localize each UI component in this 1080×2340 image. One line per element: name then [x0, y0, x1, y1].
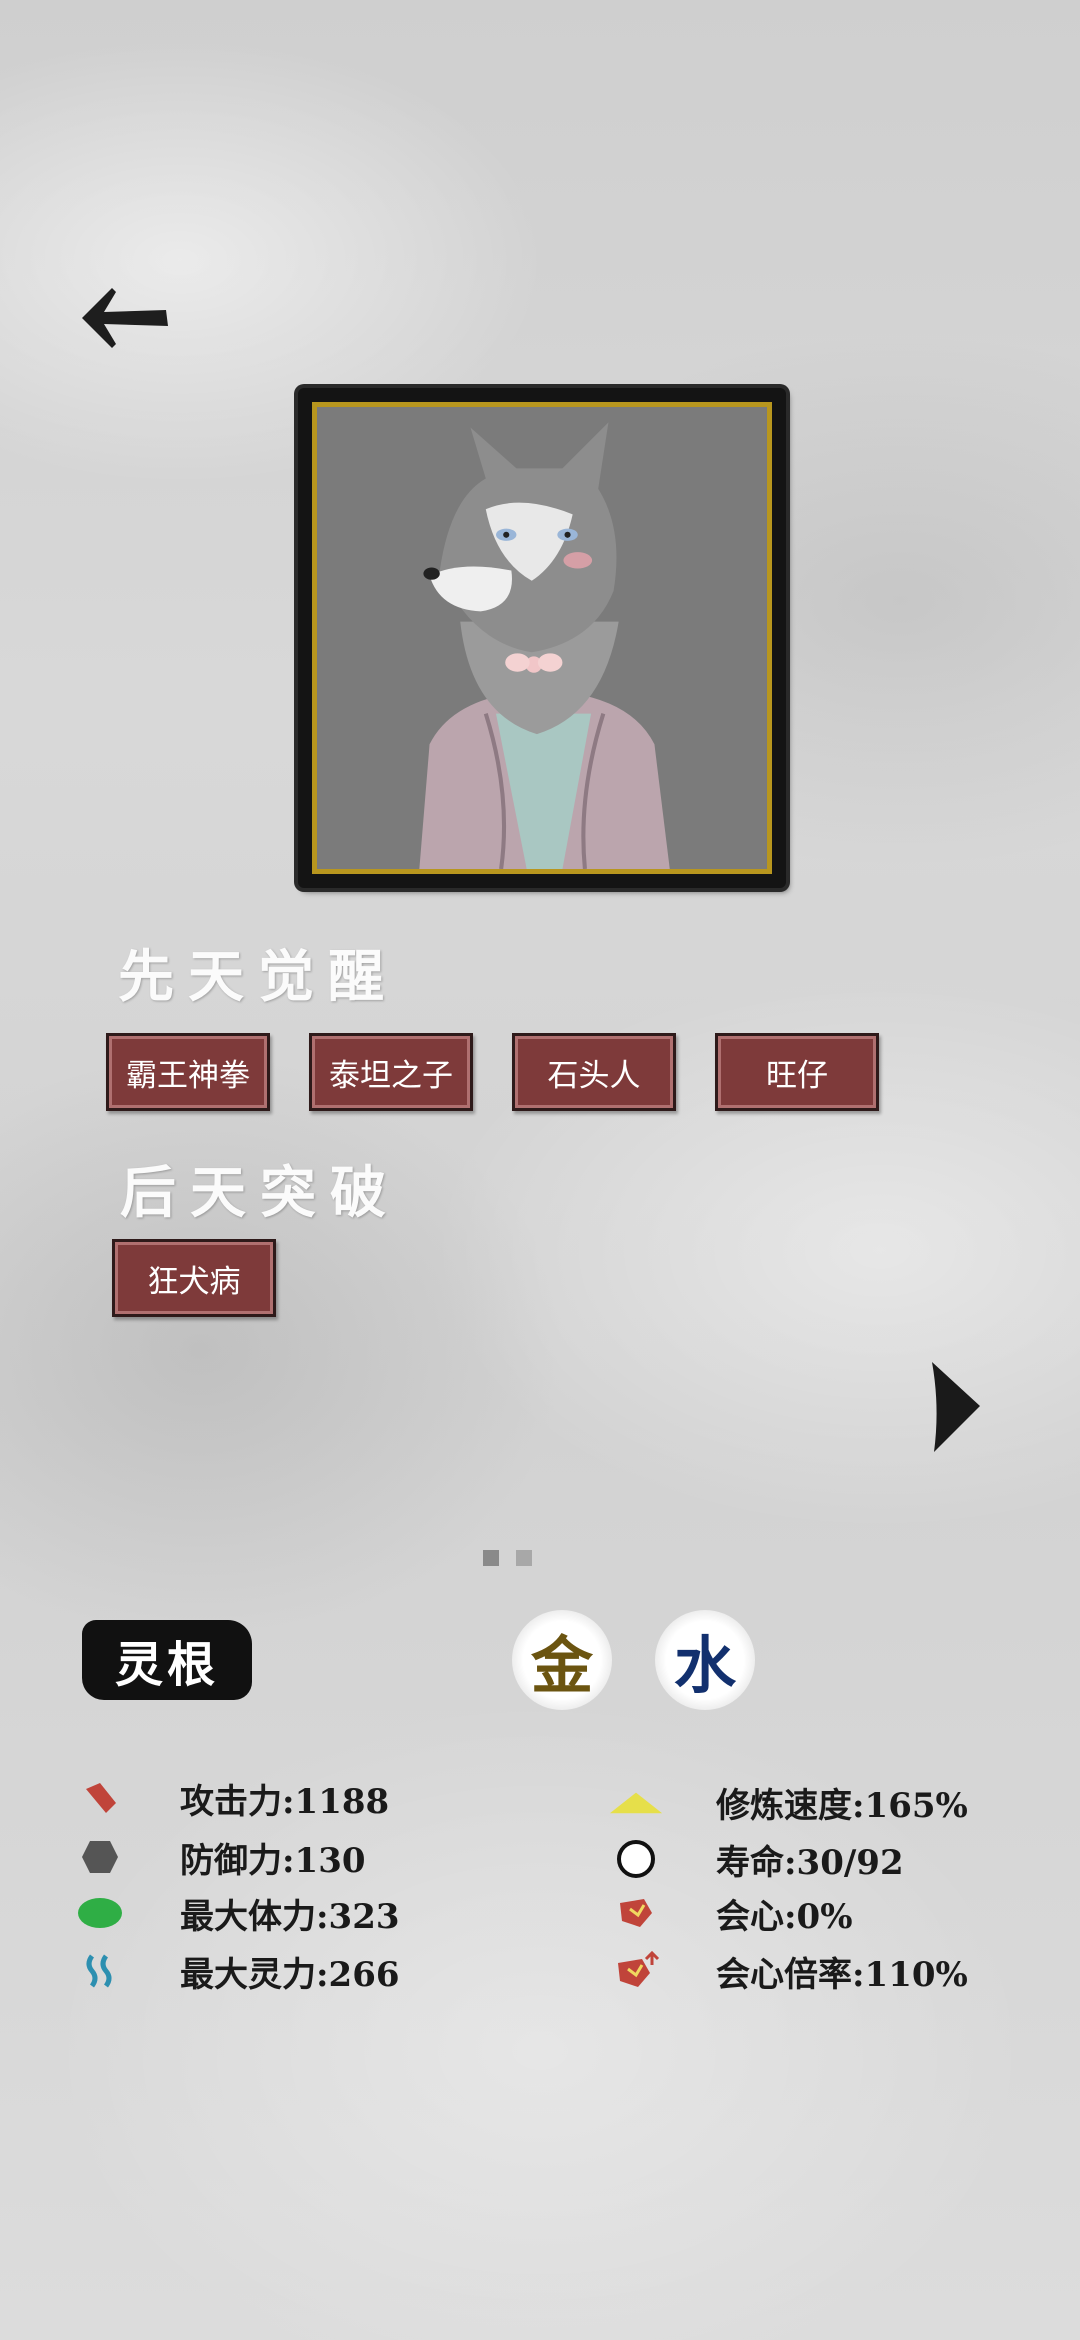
- stat-max-mana: 最大灵力:266: [72, 1949, 400, 1995]
- element-metal-badge: 金: [512, 1610, 612, 1710]
- stat-crit-multiplier: 会心倍率:110%: [608, 1949, 968, 1995]
- stat-attack: 攻击力:1188: [72, 1776, 389, 1822]
- wolf-character-image: [317, 407, 767, 869]
- innate-trait-button[interactable]: 泰坦之子: [309, 1033, 473, 1111]
- attack-icon: [72, 1776, 128, 1820]
- element-water-badge: 水: [655, 1610, 755, 1710]
- cultivation-speed-icon: [608, 1780, 664, 1824]
- stat-cultivation-speed: 修炼速度:165%: [608, 1780, 968, 1826]
- page-indicator-dot: [516, 1550, 532, 1566]
- mana-icon: [72, 1949, 128, 1993]
- acquired-trait-button[interactable]: 狂犬病: [112, 1239, 276, 1317]
- page-indicator-dot-active: [483, 1550, 499, 1566]
- character-portrait: [298, 388, 786, 888]
- innate-awakening-title: 先天觉醒: [118, 944, 398, 1010]
- acquired-breakthrough-title: 后天突破: [120, 1160, 400, 1226]
- stat-max-hp: 最大体力:323: [72, 1891, 400, 1937]
- crit-icon: [608, 1891, 664, 1935]
- stat-defense: 防御力:130: [72, 1835, 366, 1881]
- innate-trait-button[interactable]: 旺仔: [715, 1033, 879, 1111]
- defense-icon: [72, 1835, 128, 1879]
- innate-trait-button[interactable]: 石头人: [512, 1033, 676, 1111]
- back-arrow-icon[interactable]: [78, 282, 174, 354]
- innate-trait-button[interactable]: 霸王神拳: [106, 1033, 270, 1111]
- spirit-root-label: 灵根: [82, 1620, 252, 1700]
- stat-crit: 会心:0%: [608, 1891, 853, 1937]
- lifespan-icon: [608, 1837, 664, 1881]
- hp-icon: [72, 1891, 128, 1935]
- crit-multiplier-icon: [608, 1949, 664, 1993]
- next-page-arrow-icon[interactable]: [930, 1360, 982, 1454]
- stat-lifespan: 寿命:30/92: [608, 1837, 904, 1883]
